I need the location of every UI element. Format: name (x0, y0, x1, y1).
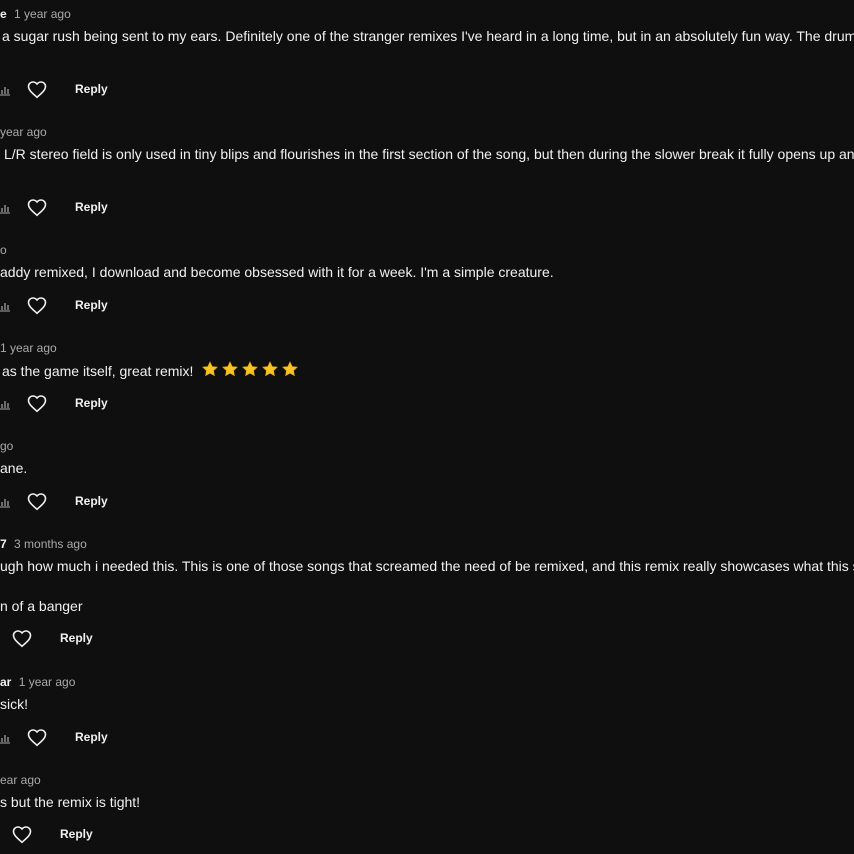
comment-meta: year ago (0, 124, 47, 140)
comment-actions: Reply (0, 485, 200, 517)
like-heart-icon[interactable] (25, 293, 49, 317)
star-icon (262, 361, 279, 377)
comment-item: ar 1 year ago sick! Reply (0, 674, 854, 764)
comment-text: as the game itself, great remix! (2, 363, 194, 379)
comment-item: 1 year ago as the game itself, great rem… (0, 340, 854, 430)
comments-panel: e 1 year ago a sugar rush being sent to … (0, 0, 854, 854)
comment-actions: Reply (0, 622, 200, 654)
comment-meta: 1 year ago (0, 340, 57, 356)
comment-meta: ar 1 year ago (0, 674, 75, 690)
comment-meta: e 1 year ago (0, 6, 71, 22)
like-heart-icon[interactable] (25, 195, 49, 219)
stats-icon (0, 735, 10, 744)
like-heart-icon[interactable] (10, 822, 34, 846)
stats-icon (0, 87, 10, 96)
comment-text: L/R stereo field is only used in tiny bl… (4, 146, 854, 162)
like-heart-icon[interactable] (25, 77, 49, 101)
comment-text: ane. (0, 460, 28, 476)
comment-meta: o (0, 242, 7, 258)
comment-text: ugh how much i needed this. This is one … (0, 558, 854, 574)
comment-text-row: as the game itself, great remix! (2, 360, 299, 381)
stats-icon (0, 205, 10, 214)
comment-timestamp[interactable]: 1 year ago (19, 675, 76, 689)
reply-button[interactable]: Reply (75, 395, 108, 411)
comment-item: go ane. Reply (0, 438, 854, 528)
reply-button[interactable]: Reply (75, 729, 108, 745)
comment-timestamp[interactable]: year ago (0, 125, 47, 139)
comment-actions: Reply (0, 387, 200, 419)
like-heart-icon[interactable] (25, 489, 49, 513)
comment-timestamp[interactable]: ear ago (0, 773, 41, 787)
comment-actions: Reply (0, 818, 200, 850)
comment-timestamp[interactable]: 3 months ago (14, 537, 87, 551)
star-rating (201, 360, 299, 378)
comment-timestamp[interactable]: o (0, 243, 7, 257)
comment-text-line2: n of a banger (0, 598, 83, 614)
like-heart-icon[interactable] (25, 725, 49, 749)
comment-author[interactable]: 7 (0, 537, 7, 551)
comment-text: a sugar rush being sent to my ears. Defi… (2, 28, 854, 44)
comment-author[interactable]: ar (0, 675, 11, 689)
like-heart-icon[interactable] (25, 391, 49, 415)
stats-icon (0, 499, 10, 508)
comment-timestamp[interactable]: 1 year ago (0, 341, 57, 355)
like-heart-icon[interactable] (10, 626, 34, 650)
star-icon (222, 361, 239, 377)
reply-button[interactable]: Reply (75, 199, 108, 215)
comment-meta: go (0, 438, 13, 454)
comment-item: ear ago s but the remix is tight! Reply (0, 772, 854, 854)
comment-author[interactable]: e (0, 7, 7, 21)
reply-button[interactable]: Reply (75, 493, 108, 509)
stats-icon (0, 303, 10, 312)
reply-button[interactable]: Reply (60, 630, 93, 646)
comment-timestamp[interactable]: 1 year ago (14, 7, 71, 21)
comment-text: sick! (0, 696, 28, 712)
reply-button[interactable]: Reply (75, 81, 108, 97)
comment-timestamp[interactable]: go (0, 439, 13, 453)
comment-meta: ear ago (0, 772, 41, 788)
comment-actions: Reply (0, 73, 200, 105)
comment-meta: 7 3 months ago (0, 536, 87, 552)
comment-item: e 1 year ago a sugar rush being sent to … (0, 6, 854, 116)
reply-button[interactable]: Reply (60, 826, 93, 842)
star-icon (242, 361, 259, 377)
comment-text: addy remixed, I download and become obse… (0, 264, 554, 280)
comment-actions: Reply (0, 721, 200, 753)
comment-text: s but the remix is tight! (0, 794, 141, 810)
comment-item: year ago L/R stereo field is only used i… (0, 124, 854, 234)
star-icon (202, 361, 219, 377)
comment-item: o addy remixed, I download and become ob… (0, 242, 854, 332)
comment-actions: Reply (0, 289, 200, 321)
comment-item: 7 3 months ago ugh how much i needed thi… (0, 536, 854, 666)
stats-icon (0, 401, 10, 410)
reply-button[interactable]: Reply (75, 297, 108, 313)
star-icon (282, 361, 299, 377)
comment-actions: Reply (0, 191, 200, 223)
